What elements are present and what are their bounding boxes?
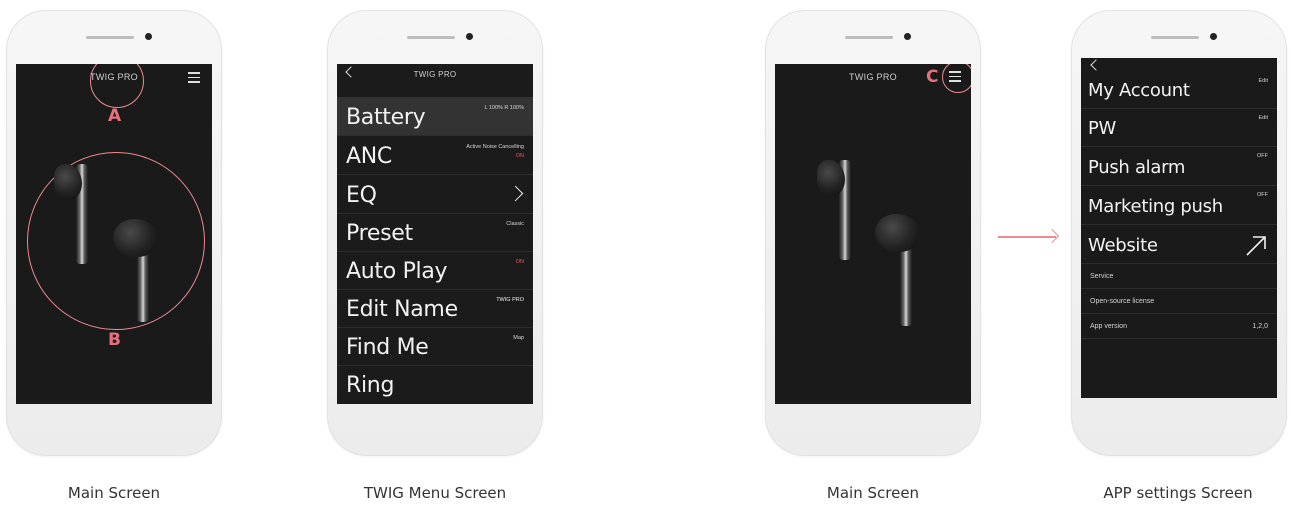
settings-item-app-version: App version 1,2,0	[1081, 314, 1277, 339]
app-version-value: 1,2,0	[1252, 323, 1268, 330]
anc-mode-label: Active Noise Cancelling	[466, 144, 524, 150]
caption-main-screen-1: Main Screen	[67, 484, 161, 502]
settings-item-label: Website	[1088, 235, 1158, 256]
earbud-left-head	[54, 164, 82, 200]
settings-item-website[interactable]: Website	[1081, 225, 1277, 264]
menu-header: TWIG PRO	[337, 64, 533, 86]
menu-item-label: EQ	[346, 183, 377, 208]
device-name-value: TWIG PRO	[496, 297, 524, 303]
menu-item-label: Auto Play	[346, 259, 448, 284]
menu-item-ring[interactable]: Ring	[337, 365, 533, 403]
marker-circle-a	[90, 64, 144, 108]
front-camera	[145, 33, 152, 40]
speaker-slot	[407, 36, 455, 39]
hamburger-icon[interactable]	[188, 72, 200, 83]
menu-title: TWIG PRO	[413, 70, 457, 79]
menu-item-label: Ring	[346, 373, 395, 398]
settings-item-label: Push alarm	[1088, 157, 1186, 178]
menu-item-anc[interactable]: ANC Active Noise Cancelling ON	[337, 136, 533, 175]
menu-item-label: Find Me	[346, 335, 429, 360]
phone-app-settings-screen: My Account Edit PW Edit Push alarm OFF M…	[1071, 10, 1287, 456]
menu-item-label: ANC	[346, 144, 392, 169]
twig-menu-display: TWIG PRO Battery L 100% R 100% ANC Activ…	[337, 64, 533, 404]
settings-item-label: Open-source license	[1090, 298, 1155, 305]
settings-item-label: Service	[1090, 273, 1114, 280]
earbud-left-head	[817, 160, 845, 196]
marker-label-b: B	[108, 330, 121, 350]
chevron-left-icon[interactable]	[1090, 59, 1102, 71]
settings-item-pw[interactable]: PW Edit	[1081, 109, 1277, 147]
marker-label-a: A	[108, 106, 122, 126]
front-camera	[466, 33, 473, 40]
earbud-right-head	[875, 214, 919, 252]
menu-item-edit-name[interactable]: Edit Name TWIG PRO	[337, 289, 533, 328]
preset-value: Classic	[506, 221, 524, 227]
phone-twig-menu-screen: TWIG PRO Battery L 100% R 100% ANC Activ…	[327, 10, 543, 456]
caption-twig-menu-screen: TWIG Menu Screen	[363, 484, 507, 502]
menu-item-label: Edit Name	[346, 297, 458, 322]
main-screen-display: TWIG PRO C	[775, 64, 971, 404]
settings-item-my-account[interactable]: My Account Edit	[1081, 72, 1277, 109]
settings-item-open-source-license[interactable]: Open-source license	[1081, 289, 1277, 314]
settings-item-label: App version	[1090, 323, 1127, 330]
menu-item-auto-play[interactable]: Auto Play ON	[337, 251, 533, 290]
caption-main-screen-2: Main Screen	[826, 484, 920, 502]
earbud-right-head	[113, 219, 157, 257]
settings-item-label: My Account	[1088, 80, 1190, 101]
app-settings-display: My Account Edit PW Edit Push alarm OFF M…	[1081, 58, 1277, 398]
menu-item-label: Preset	[346, 221, 413, 246]
settings-item-label: Marketing push	[1088, 196, 1223, 217]
speaker-slot	[1151, 36, 1199, 39]
auto-play-status-value: ON	[515, 259, 524, 265]
edit-link[interactable]: Edit	[1259, 115, 1268, 121]
find-me-value: Map	[513, 335, 524, 341]
speaker-slot	[845, 36, 893, 39]
settings-item-push-alarm[interactable]: Push alarm OFF	[1081, 147, 1277, 186]
caption-app-settings-screen: APP settings Screen	[1103, 484, 1253, 502]
speaker-slot	[86, 36, 134, 39]
chevron-right-icon	[507, 185, 524, 202]
marketing-push-toggle[interactable]: OFF	[1257, 192, 1268, 198]
settings-item-marketing-push[interactable]: Marketing push OFF	[1081, 186, 1277, 225]
phone-main-screen-1: TWIG PRO A B	[6, 10, 222, 456]
edit-link[interactable]: Edit	[1259, 78, 1268, 84]
settings-item-service[interactable]: Service	[1081, 264, 1277, 289]
menu-item-preset[interactable]: Preset Classic	[337, 213, 533, 252]
battery-level-value: L 100% R 100%	[484, 105, 524, 111]
menu-item-find-me[interactable]: Find Me Map	[337, 327, 533, 366]
push-alarm-toggle[interactable]: OFF	[1257, 153, 1268, 159]
front-camera	[1210, 33, 1217, 40]
earbud-right-stem	[900, 242, 912, 326]
menu-item-battery[interactable]: Battery L 100% R 100%	[337, 97, 533, 136]
menu-item-eq[interactable]: EQ	[337, 175, 533, 214]
marker-circle-c	[942, 64, 971, 93]
external-link-arrow-icon	[1246, 236, 1266, 256]
right-arrow-head	[1044, 228, 1060, 244]
front-camera	[904, 33, 911, 40]
main-screen-display: TWIG PRO A B	[16, 64, 212, 404]
menu-item-label: Battery	[346, 105, 426, 130]
settings-item-label: PW	[1088, 118, 1117, 139]
marker-label-c: C	[926, 67, 939, 87]
phone-main-screen-2: TWIG PRO C	[765, 10, 981, 456]
anc-status-value: ON	[515, 153, 524, 159]
